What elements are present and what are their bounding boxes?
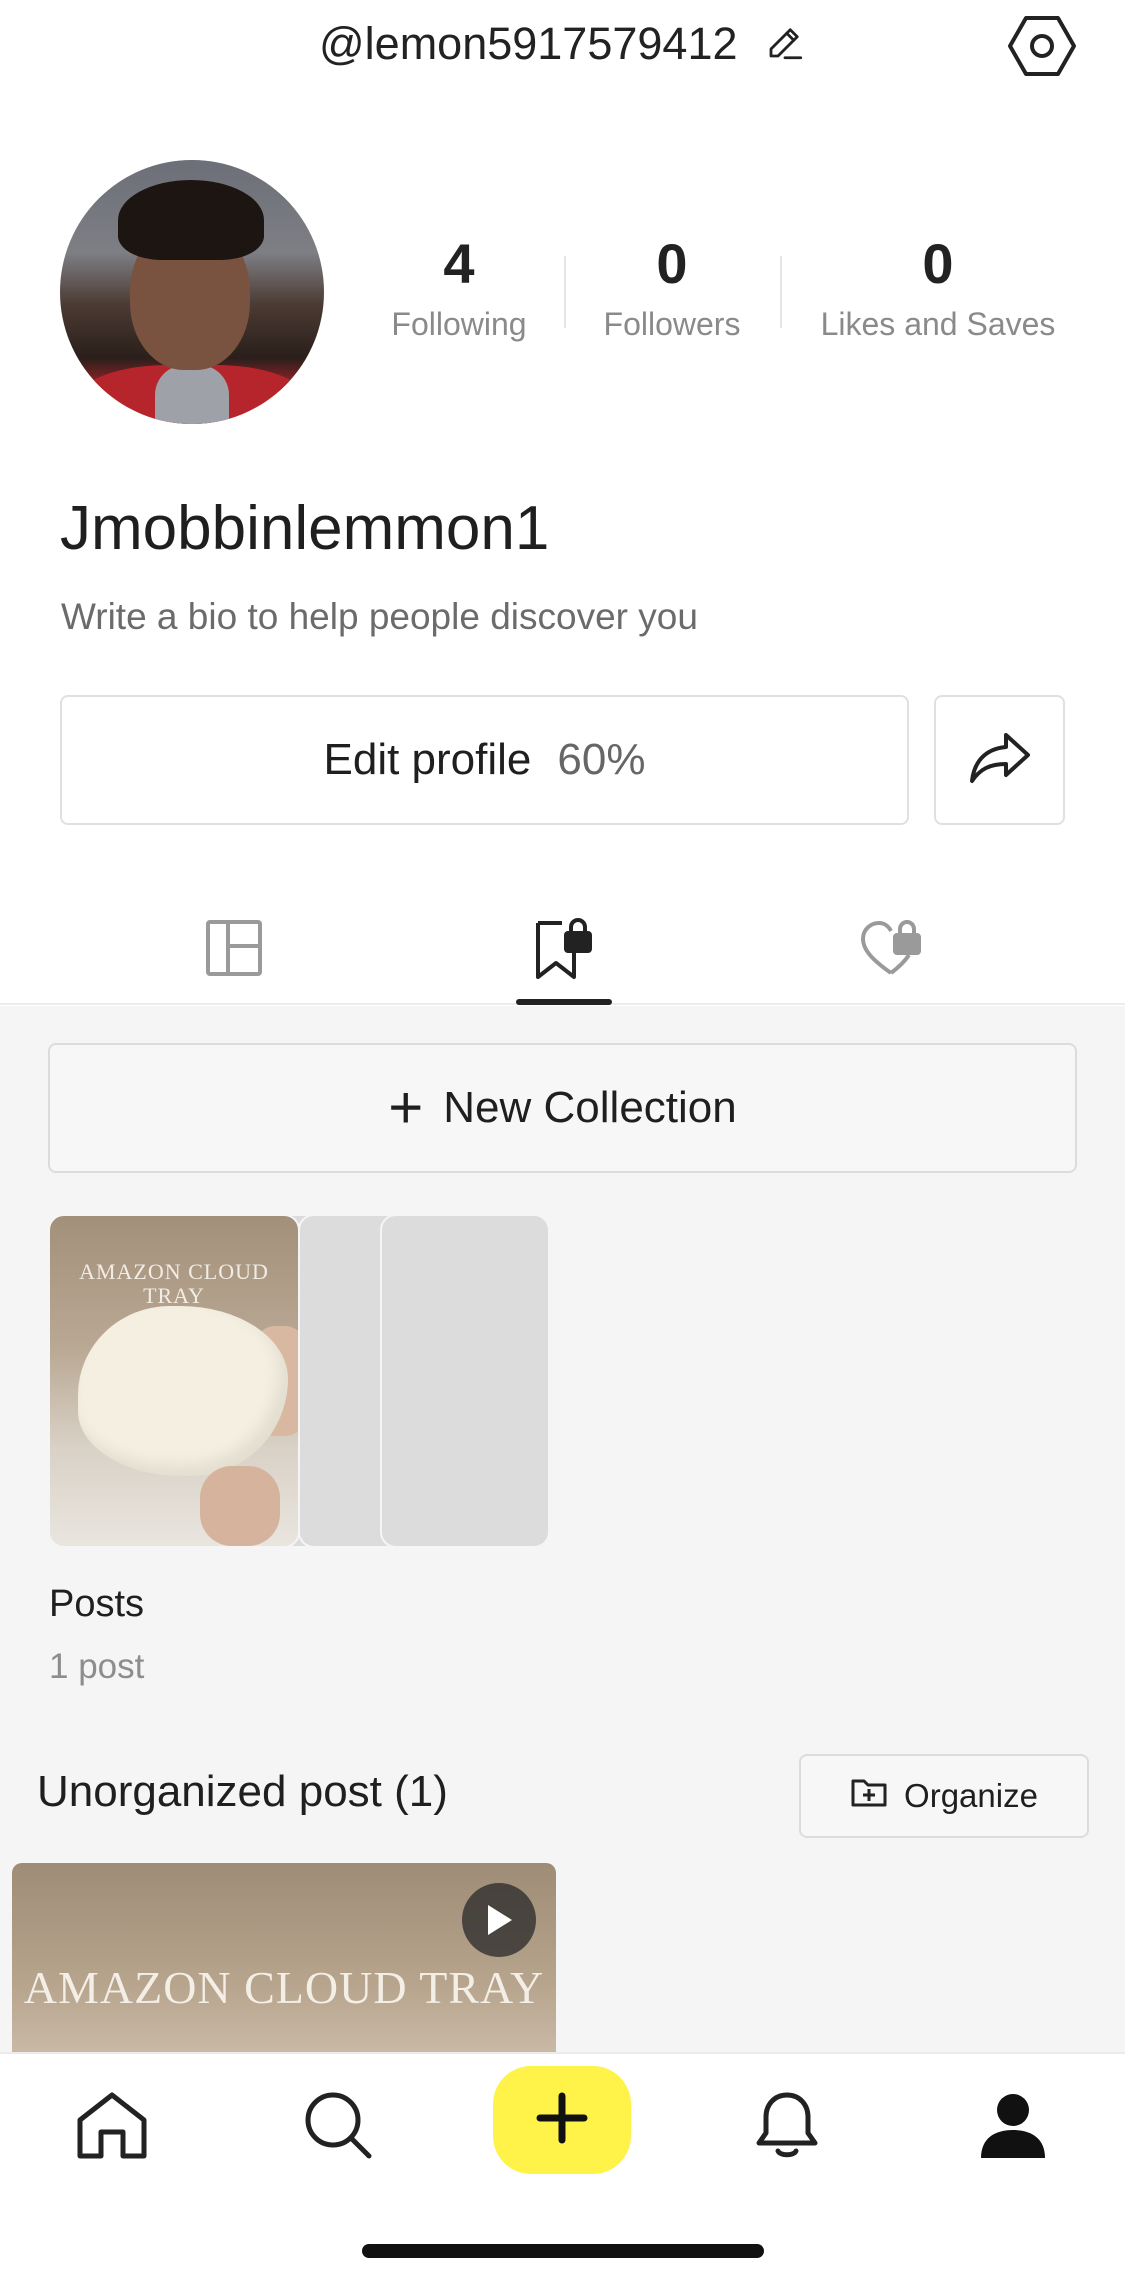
- organize-label: Organize: [904, 1777, 1038, 1814]
- stat-label: Likes and Saves: [820, 306, 1056, 342]
- cover-tray: [78, 1306, 288, 1476]
- unorganized-title: Unorganized post (1): [37, 1767, 448, 1816]
- handle[interactable]: @lemon5917579412: [0, 18, 1125, 74]
- tab-notes[interactable]: [194, 910, 274, 990]
- tab-likes[interactable]: [852, 910, 932, 990]
- handle-text: @lemon5917579412: [318, 18, 738, 69]
- edit-profile-button[interactable]: Edit profile 60%: [60, 695, 909, 825]
- stat-following[interactable]: 4 Following: [380, 232, 538, 343]
- collection-title[interactable]: Posts: [49, 1583, 144, 1626]
- home-icon: [75, 2090, 149, 2165]
- edit-pencil-icon[interactable]: [764, 21, 806, 74]
- top-bar: @lemon5917579412: [0, 0, 1125, 95]
- tab-collections[interactable]: [524, 910, 604, 990]
- avatar-tee: [155, 365, 229, 424]
- new-collection-button[interactable]: + New Collection: [48, 1043, 1077, 1173]
- create-button[interactable]: [493, 2066, 631, 2174]
- nav-profile[interactable]: [968, 2082, 1058, 2172]
- home-indicator: [362, 2244, 764, 2258]
- plus-icon: [536, 2092, 588, 2149]
- active-tab-indicator: [516, 999, 612, 1005]
- profile-name: Jmobbinlemmon1: [60, 494, 550, 563]
- profile-icon: [978, 2090, 1048, 2165]
- avatar[interactable]: [60, 160, 324, 424]
- profile-tabs: [0, 880, 1125, 1005]
- collections-panel: + New Collection AMAZON CLOUD TRAY Posts…: [0, 1006, 1125, 2052]
- post-thumbnail[interactable]: AMAZON CLOUD TRAY: [12, 1863, 556, 2052]
- stat-followers[interactable]: 0 Followers: [590, 232, 754, 343]
- search-icon: [302, 2089, 374, 2166]
- nav-home[interactable]: [67, 2082, 157, 2172]
- edit-profile-label: Edit profile: [323, 735, 532, 784]
- new-collection-label: New Collection: [443, 1083, 737, 1132]
- avatar-hair: [118, 180, 264, 260]
- bookmark-lock-icon: [532, 915, 596, 986]
- collection-stack-card: [380, 1214, 550, 1548]
- plus-icon: +: [388, 1074, 424, 1141]
- nav-search[interactable]: [293, 2082, 383, 2172]
- play-icon: [462, 1883, 536, 1957]
- collection-cover[interactable]: AMAZON CLOUD TRAY: [48, 1214, 300, 1548]
- profile-bio[interactable]: Write a bio to help people discover you: [61, 596, 698, 638]
- folder-plus-icon: [850, 1776, 904, 1816]
- stat-value: 0: [656, 232, 688, 295]
- thumbnail-text: AMAZON CLOUD TRAY: [23, 1962, 545, 2013]
- profile-completion: 60%: [557, 735, 646, 784]
- grid-icon: [205, 919, 263, 982]
- stat-value: 0: [922, 232, 954, 295]
- share-profile-button[interactable]: [934, 695, 1065, 825]
- bell-icon: [754, 2089, 820, 2166]
- settings-icon[interactable]: [1008, 14, 1076, 78]
- nav-notifications[interactable]: [742, 2082, 832, 2172]
- cover-hand: [200, 1466, 280, 1546]
- stat-value: 4: [443, 232, 475, 295]
- cover-text: AMAZON CLOUD TRAY: [79, 1259, 269, 1308]
- collection-count: 1 post: [49, 1647, 145, 1686]
- stat-divider: [780, 256, 782, 328]
- stat-divider: [564, 256, 566, 328]
- stat-likes-saves[interactable]: 0 Likes and Saves: [806, 232, 1070, 343]
- stat-label: Followers: [603, 306, 741, 342]
- stat-label: Following: [391, 306, 527, 342]
- organize-button[interactable]: Organize: [799, 1754, 1089, 1838]
- share-icon: [968, 729, 1032, 792]
- heart-lock-icon: [859, 917, 925, 984]
